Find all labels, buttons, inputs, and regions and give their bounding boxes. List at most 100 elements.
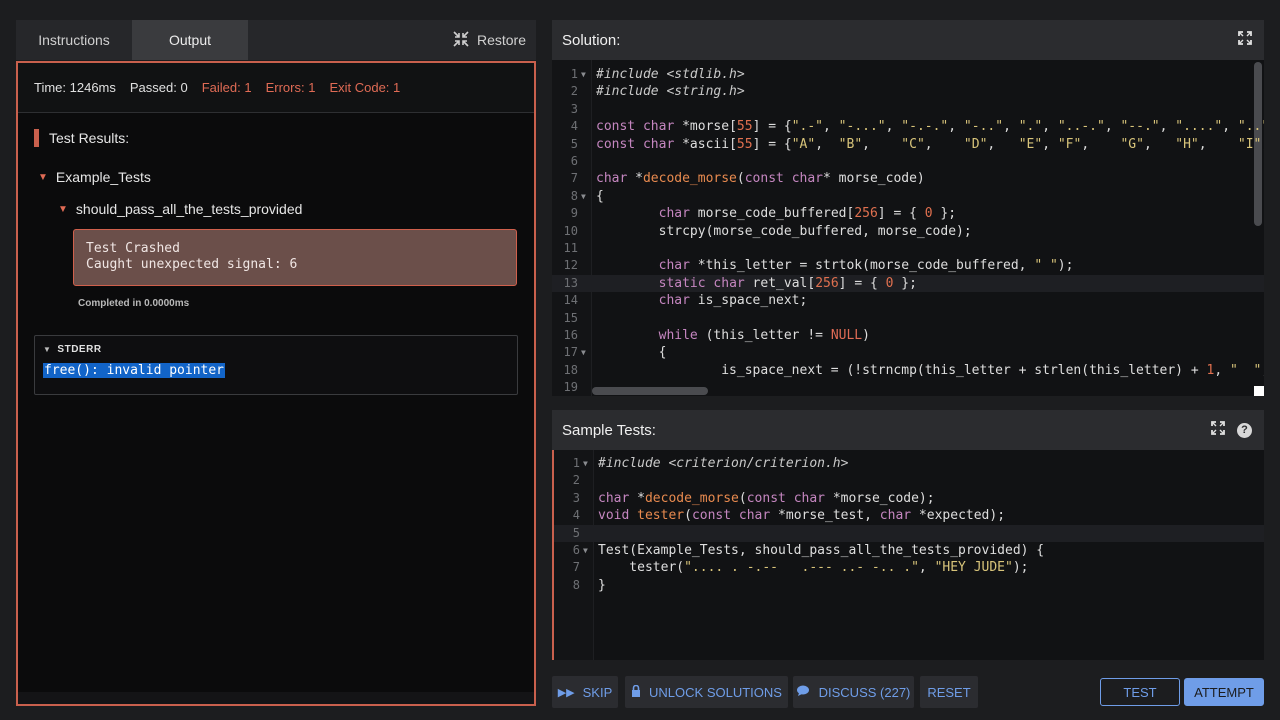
left-panel: Instructions Output Restore Time: 1246ms… <box>16 20 536 706</box>
line-number: 7 <box>572 560 580 575</box>
code-text: void tester(const char *morse_test, char… <box>598 508 1006 524</box>
line-number: 11 <box>563 241 578 255</box>
attempt-label: ATTEMPT <box>1194 684 1254 700</box>
fold-arrow-icon[interactable]: ▼ <box>581 66 586 83</box>
code-line[interactable]: 19 <box>552 379 1264 396</box>
line-number: 5 <box>572 525 580 540</box>
code-text: strcpy(morse_code_buffered, morse_code); <box>596 223 972 239</box>
test-group[interactable]: ▼ Example_Tests <box>38 169 518 185</box>
test-button[interactable]: TEST <box>1100 678 1180 706</box>
test-case[interactable]: ▼ should_pass_all_the_tests_provided <box>58 201 518 217</box>
fold-arrow-icon[interactable]: ▼ <box>583 542 588 559</box>
code-line[interactable]: 1 ▼ #include <stdlib.h> <box>552 66 1264 83</box>
stderr-text: free(): invalid pointer <box>43 363 226 378</box>
code-line[interactable]: 6 ▼ Test(Example_Tests, should_pass_all_th… <box>554 542 1264 559</box>
left-tabs: Instructions Output Restore <box>16 20 536 60</box>
restore-button[interactable]: Restore <box>453 20 526 60</box>
sample-tests-title: Sample Tests: <box>562 421 656 439</box>
code-line[interactable]: 3 char *decode_morse(const char *morse_co… <box>554 490 1264 507</box>
line-number: 6 <box>570 154 578 168</box>
line-number: 1 <box>570 67 578 81</box>
code-line[interactable]: 5 const char *ascii[55] = {"A", "B", "C",… <box>552 136 1264 153</box>
fast-forward-icon: ▶▶ <box>557 686 575 699</box>
fold-arrow-icon[interactable]: ▼ <box>581 344 586 361</box>
status-passed: Passed: 0 <box>129 80 188 95</box>
stderr-box[interactable]: ▼ STDERR free(): invalid pointer <box>34 335 518 395</box>
status-time: Time: 1246ms <box>34 80 116 95</box>
code-text: while (this_letter != NULL) <box>658 328 870 343</box>
code-line[interactable]: 3 <box>552 101 1264 118</box>
code-line[interactable]: 16 while (this_letter != NULL) <box>552 327 1264 344</box>
fold-arrow-icon[interactable]: ▼ <box>581 188 586 205</box>
help-icon[interactable]: ? <box>1237 422 1252 438</box>
discuss-button[interactable]: DISCUSS (227) <box>793 676 914 708</box>
code-line[interactable]: 7 char *decode_morse(const char* morse_co… <box>552 170 1264 187</box>
line-number: 8 <box>570 188 578 203</box>
reset-button[interactable]: RESET <box>920 676 978 708</box>
line-number: 2 <box>572 473 580 488</box>
expand-icon[interactable] <box>1238 31 1252 49</box>
line-number: 16 <box>563 328 578 342</box>
code-text: { <box>596 345 667 361</box>
line-number: 9 <box>570 206 578 221</box>
chat-icon <box>796 685 811 700</box>
code-line[interactable]: 15 <box>552 310 1264 327</box>
skip-label: SKIP <box>582 684 613 700</box>
code-text: char is_space_next; <box>658 293 808 309</box>
line-number: 6 <box>572 543 580 557</box>
tab-output[interactable]: Output <box>132 20 248 60</box>
code-line[interactable]: 2 #include <string.h> <box>552 83 1264 100</box>
code-line[interactable]: 9 char morse_code_buffered[256] = { 0 }; <box>552 205 1264 222</box>
code-line[interactable]: 12 char *this_letter = strtok(morse_code… <box>552 257 1264 274</box>
code-line[interactable]: 2 <box>554 472 1264 489</box>
skip-button[interactable]: ▶▶ SKIP <box>552 676 618 708</box>
results-bar <box>34 129 39 147</box>
code-line[interactable]: 4 void tester(const char *morse_test, cha… <box>554 507 1264 524</box>
reset-label: RESET <box>927 684 971 700</box>
line-number: 4 <box>572 508 580 523</box>
line-number: 17 <box>563 345 578 360</box>
code-line[interactable]: 18 is_space_next = (!strncmp(this_letter… <box>552 362 1264 379</box>
restore-icon <box>453 30 469 50</box>
code-line[interactable]: 4 const char *morse[55] = {".-", "-...", … <box>552 118 1264 135</box>
code-text: Test(Example_Tests, should_pass_all_the_… <box>598 543 1045 558</box>
test-results-header: Test Results: <box>34 129 518 147</box>
status-errors: Errors: 1 <box>265 80 316 95</box>
solution-editor[interactable]: 1 ▼ #include <stdlib.h> 2 #include <string.h… <box>552 60 1264 396</box>
right-panel: Solution: 1 ▼ #include <stdlib.h> 2 #include… <box>552 20 1264 660</box>
code-line[interactable]: 7 tester(".... . -.-- .--- ..- -.. .", "… <box>554 559 1264 576</box>
sample-tests-editor[interactable]: 1 ▼ #include <criterion/criterion.h> 2 3 char… <box>552 450 1264 660</box>
line-number: 14 <box>563 293 578 308</box>
code-text: char morse_code_buffered[256] = { 0 }; <box>658 206 957 222</box>
completed-time: Completed in 0.0000ms <box>78 298 190 309</box>
code-line[interactable]: 5 <box>554 524 1264 542</box>
line-number: 4 <box>570 119 578 134</box>
expand-icon[interactable] <box>1211 421 1225 439</box>
code-text: char *decode_morse(const char *morse_cod… <box>598 490 935 506</box>
code-line[interactable]: 8 ▼ { <box>552 188 1264 205</box>
tab-instructions[interactable]: Instructions <box>16 20 132 60</box>
status-failed: Failed: 1 <box>201 80 252 95</box>
fold-arrow-icon[interactable]: ▼ <box>583 455 588 472</box>
attempt-button[interactable]: ATTEMPT <box>1184 678 1264 706</box>
code-line[interactable]: 14 char is_space_next; <box>552 292 1264 309</box>
discuss-label: DISCUSS (227) <box>818 684 911 700</box>
code-line[interactable]: 13 static char ret_val[256] = { 0 }; <box>552 274 1264 293</box>
code-line[interactable]: 6 <box>552 153 1264 170</box>
code-text: #include <stdlib.h> <box>596 67 745 82</box>
action-bar: ▶▶ SKIP UNLOCK SOLUTIONS DISCUSS (227) R… <box>552 676 1264 708</box>
code-line[interactable]: 17 ▼ { <box>552 344 1264 361</box>
line-number: 12 <box>563 258 578 273</box>
solution-header: Solution: <box>552 20 1264 60</box>
code-text: is_space_next = (!strncmp(this_letter + … <box>596 362 1264 378</box>
horizontal-scrollbar[interactable] <box>18 692 534 704</box>
code-text: } <box>598 577 606 593</box>
code-line[interactable]: 8} <box>554 577 1264 594</box>
caret-down-icon: ▼ <box>58 203 68 215</box>
unlock-solutions-button[interactable]: UNLOCK SOLUTIONS <box>625 676 788 708</box>
line-number: 7 <box>570 171 578 186</box>
caret-down-icon: ▼ <box>43 345 52 354</box>
code-line[interactable]: 1 ▼ #include <criterion/criterion.h> <box>554 455 1264 472</box>
code-line[interactable]: 11 <box>552 240 1264 257</box>
code-line[interactable]: 10 strcpy(morse_code_buffered, morse_cod… <box>552 223 1264 240</box>
